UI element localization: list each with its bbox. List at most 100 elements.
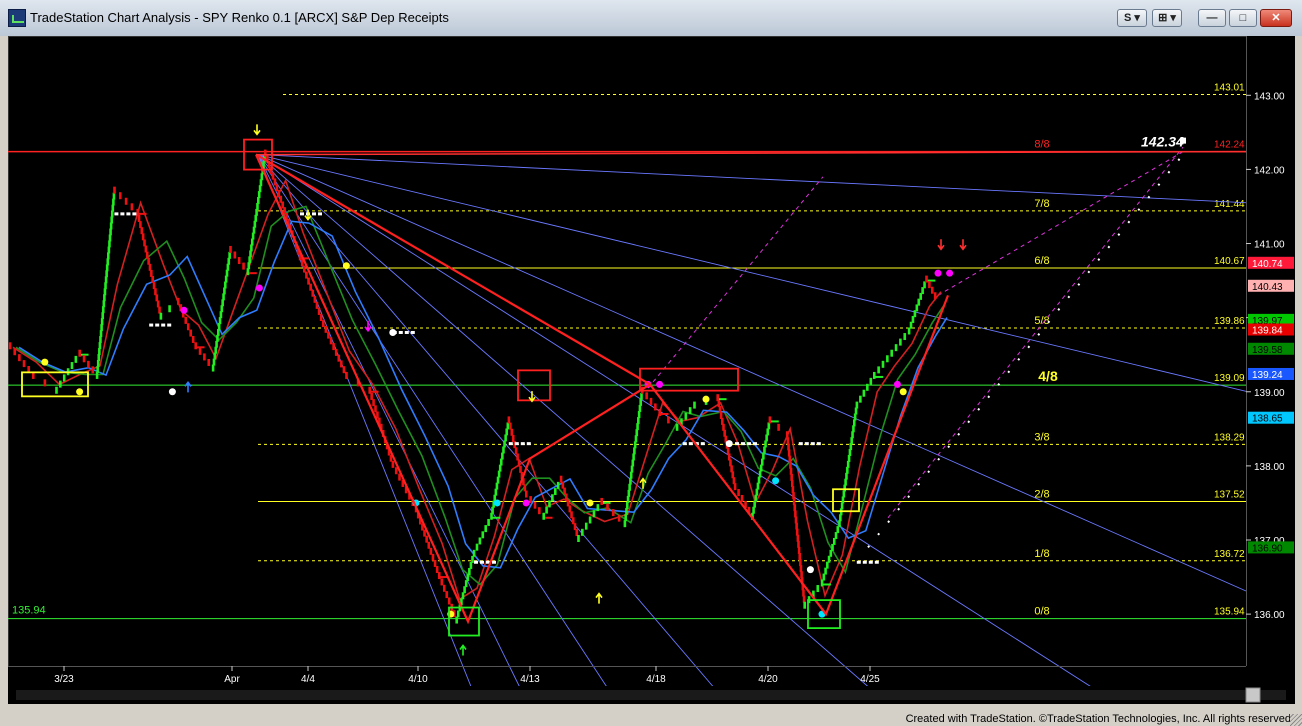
renko-brick	[55, 386, 58, 394]
renko-brick	[303, 265, 306, 273]
maximize-button[interactable]: □	[1229, 9, 1257, 27]
renko-brick	[168, 305, 171, 313]
renko-brick	[628, 483, 631, 491]
level-price-label: 138.29	[1214, 432, 1245, 443]
tradestation-app-icon	[8, 9, 26, 27]
renko-brick	[105, 270, 108, 278]
level-dash-marker	[149, 323, 154, 327]
level-eighth-label: 1/8	[1034, 548, 1049, 560]
fan-line	[257, 154, 729, 704]
renko-brick	[533, 501, 537, 509]
window-title: TradeStation Chart Analysis - SPY Renko …	[30, 10, 449, 25]
renko-brick	[334, 348, 338, 356]
renko-brick	[309, 283, 312, 291]
level-eighth-label: 6/8	[1034, 255, 1049, 267]
moving-average-line	[15, 205, 945, 586]
renko-brick	[108, 240, 111, 248]
renko-brick	[757, 476, 761, 484]
data-window-button[interactable]: ⊞ ▾	[1152, 9, 1182, 27]
renko-brick	[890, 349, 893, 357]
renko-brick	[501, 452, 504, 460]
level-dash-marker	[300, 212, 304, 216]
renko-brick	[639, 398, 643, 406]
renko-brick	[494, 488, 498, 496]
renko-brick	[491, 506, 494, 514]
signal-dot	[946, 269, 954, 277]
renko-brick	[554, 488, 557, 496]
price-badge-label: 139.24	[1252, 370, 1283, 381]
renko-brick	[523, 484, 527, 492]
renko-brick	[786, 437, 790, 445]
renko-brick	[423, 529, 426, 537]
renko-brick	[391, 460, 395, 468]
renko-brick	[112, 192, 116, 200]
renko-brick	[340, 360, 343, 368]
renko-brick	[791, 486, 795, 494]
renko-brick	[158, 306, 161, 314]
renko-brick	[767, 422, 771, 430]
level-dash-marker	[804, 442, 809, 446]
window-titlebar: TradeStation Chart Analysis - SPY Renko …	[0, 0, 1302, 36]
renko-brick	[469, 561, 473, 569]
level-dash-marker	[392, 330, 397, 334]
level-dash-marker	[810, 442, 815, 446]
renko-brick	[787, 443, 790, 451]
renko-brick	[762, 452, 765, 460]
renko-brick	[925, 275, 928, 283]
level-price-label: 142.24	[1214, 140, 1245, 151]
level-eighth-label: 8/8	[1034, 139, 1049, 151]
date-tick-label: 4/13	[520, 674, 540, 685]
renko-brick	[881, 360, 885, 368]
renko-brick	[305, 271, 308, 279]
level-dash-marker	[753, 442, 757, 446]
renko-brick	[886, 355, 889, 363]
renko-brick	[374, 405, 377, 413]
renko-brick	[548, 500, 551, 508]
level-dash-marker	[474, 560, 478, 564]
renko-brick	[862, 389, 866, 397]
renko-brick	[198, 347, 202, 355]
renko-brick	[497, 470, 501, 478]
fan-line	[257, 154, 619, 704]
signal-arrow-icon	[253, 124, 261, 136]
renko-brick	[654, 403, 657, 411]
renko-chart[interactable]: 8/8 142.247/8 141.446/8 140.675/8 139.864/8 1…	[8, 36, 1295, 704]
price-badge-label: 138.65	[1252, 414, 1283, 425]
renko-brick	[156, 300, 160, 308]
scrollbar-thumb[interactable]	[1245, 687, 1261, 703]
close-button[interactable]: ✕	[1260, 9, 1292, 27]
renko-brick	[143, 239, 146, 247]
symbol-link-s-button[interactable]: S ▾	[1117, 9, 1147, 27]
renko-brick	[545, 506, 548, 514]
renko-brick	[873, 371, 876, 379]
renko-brick	[481, 531, 485, 539]
signal-dot	[725, 440, 733, 448]
renko-brick	[140, 227, 144, 235]
renko-brick	[796, 534, 800, 542]
renko-brick	[777, 423, 780, 431]
horizontal-scrollbar[interactable]	[8, 686, 1295, 704]
renko-brick	[855, 401, 859, 409]
renko-brick	[59, 380, 62, 388]
renko-brick	[103, 294, 106, 302]
level-dash-marker	[155, 323, 160, 327]
renko-brick	[507, 416, 511, 424]
renko-brick	[765, 434, 768, 442]
chart-area[interactable]: 8/8 142.24 7/8 141.44 6/8 140.67 5/8 139.86 4/8 1…	[8, 36, 1295, 704]
renko-brick	[933, 292, 937, 300]
renko-brick	[427, 541, 431, 549]
moving-average-line	[18, 220, 948, 569]
renko-brick	[130, 203, 134, 211]
renko-brick	[184, 316, 188, 324]
renko-brick	[684, 412, 688, 420]
renko-brick	[433, 559, 437, 567]
renko-brick	[74, 355, 78, 363]
level-price-label: 137.52	[1214, 489, 1245, 500]
renko-brick	[95, 371, 99, 379]
renko-brick	[317, 307, 321, 315]
renko-brick	[13, 348, 17, 356]
renko-brick	[144, 245, 148, 253]
minimize-button[interactable]: —	[1198, 9, 1226, 27]
renko-brick	[626, 495, 630, 503]
resize-grip-icon[interactable]	[1290, 714, 1302, 726]
